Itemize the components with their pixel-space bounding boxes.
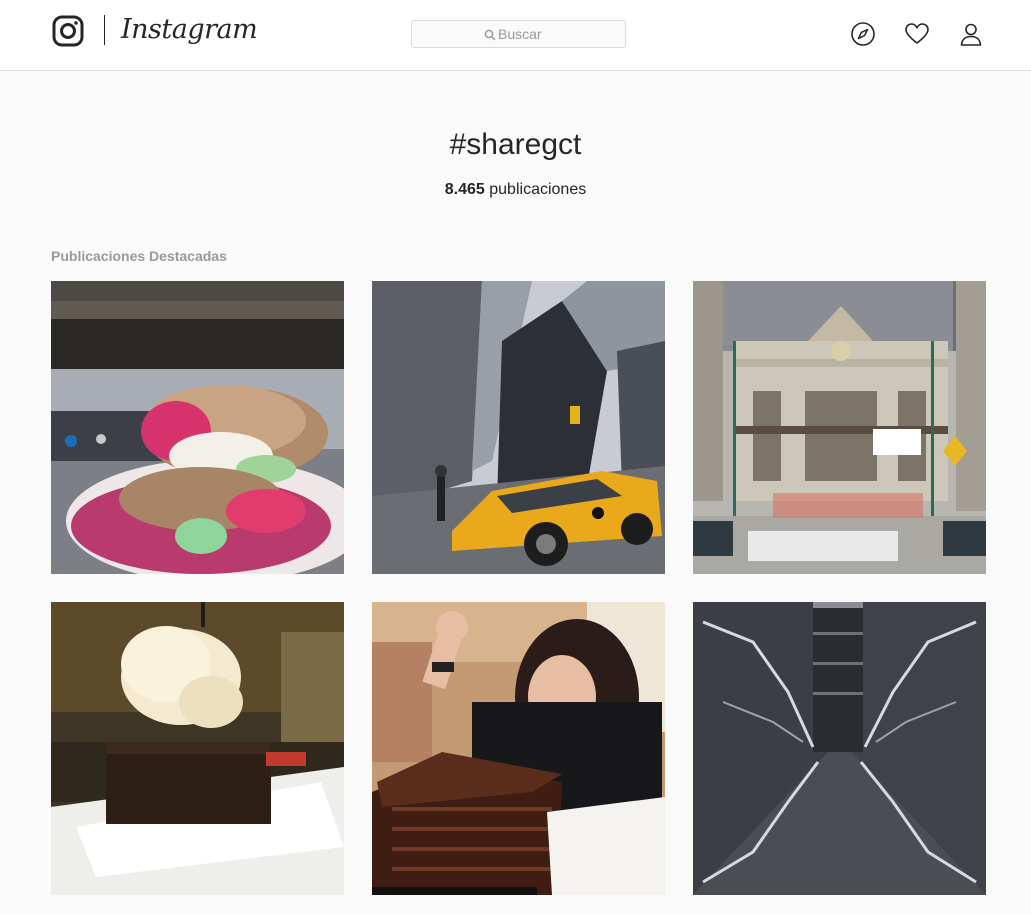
featured-post-6[interactable] (693, 602, 986, 895)
logo-divider (104, 15, 105, 45)
search-box[interactable] (411, 20, 626, 48)
featured-post-5[interactable] (372, 602, 665, 895)
featured-section-title: Publicaciones Destacadas (51, 248, 227, 264)
post-count: 8.465 publicaciones (0, 181, 1031, 199)
featured-post-1[interactable] (51, 281, 344, 574)
building-atrium-photo (693, 602, 986, 895)
featured-post-2[interactable] (372, 281, 665, 574)
instagram-wordmark[interactable]: Instagram (121, 14, 258, 45)
woman-chocolate-cake-photo (372, 602, 665, 895)
instagram-camera-icon[interactable] (52, 15, 84, 47)
hashtag-title: #sharegct (449, 128, 582, 161)
post-count-label: publicaciones (484, 181, 587, 198)
featured-post-4[interactable] (51, 602, 344, 895)
user-icon[interactable] (958, 21, 984, 47)
pink-cake-sandwich-photo (51, 281, 344, 574)
compass-icon[interactable] (850, 21, 876, 47)
search-input[interactable] (498, 24, 618, 44)
featured-post-3[interactable] (693, 281, 986, 574)
search-icon (484, 29, 496, 41)
post-count-number: 8.465 (444, 181, 485, 198)
yellow-taxi-skyscrapers-photo (372, 281, 665, 574)
grand-central-facade-photo (693, 281, 986, 574)
top-navigation-bar: Instagram (0, 0, 1031, 71)
heart-icon[interactable] (904, 21, 930, 47)
brownie-ice-cream-photo (51, 602, 344, 895)
